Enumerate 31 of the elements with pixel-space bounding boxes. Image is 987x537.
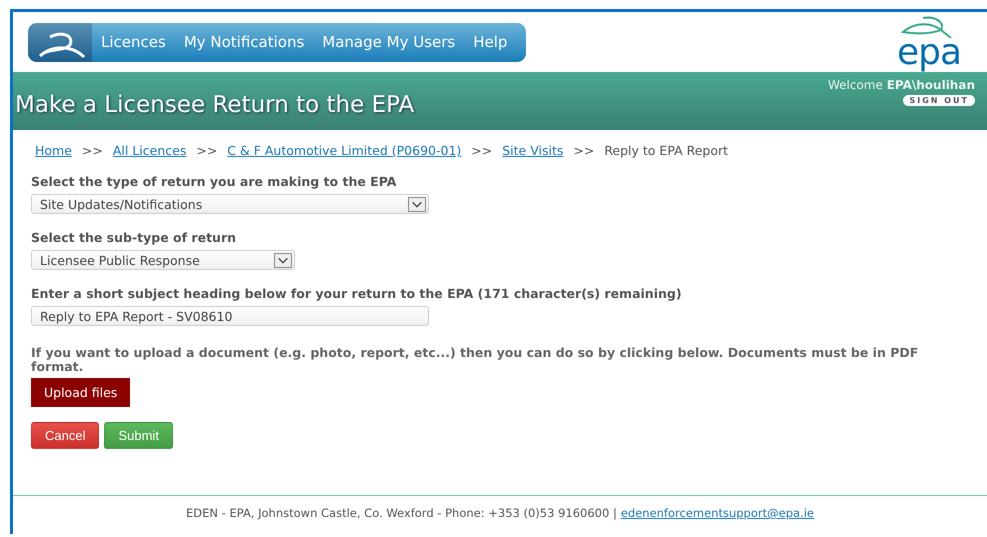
breadcrumb-link[interactable]: C & F Automotive Limited (P0690-01) bbox=[227, 143, 462, 158]
breadcrumb-separator: >> bbox=[573, 143, 594, 158]
breadcrumb-link[interactable]: Home bbox=[35, 143, 72, 158]
field-label: Select the type of return you are making to the EPA bbox=[31, 174, 398, 189]
nav-link[interactable]: My Notifications bbox=[174, 33, 314, 51]
dropdown[interactable]: Site Updates/Notifications bbox=[31, 194, 429, 214]
footer-text: EDEN - EPA, Johnstown Castle, Co. Wexford - Phone: +353 (0)53 9160600 | bbox=[186, 506, 617, 520]
caret-icon bbox=[274, 252, 292, 268]
swan-logo-icon bbox=[28, 22, 92, 62]
dropdown[interactable]: Licensee Public Response bbox=[31, 250, 295, 270]
page-title: Make a Licensee Return to the EPA bbox=[15, 92, 414, 118]
upload-button[interactable]: Upload files bbox=[31, 378, 130, 407]
nav-link[interactable]: Licences bbox=[92, 33, 175, 51]
caret-icon bbox=[408, 196, 426, 212]
upload-instructions: If you want to upload a document (e.g. photo, report, etc...) then you can do so by clicking below. Documents must be in PDF format. bbox=[31, 346, 920, 374]
breadcrumb-link[interactable]: Site Visits bbox=[502, 143, 564, 158]
breadcrumb-separator: >> bbox=[82, 143, 103, 158]
field-label: Enter a short subject heading below for your return to the EPA (171 character(s) remaining) bbox=[31, 286, 683, 301]
breadcrumb-separator: >> bbox=[471, 143, 492, 158]
email-link[interactable]: edenenforcementsupport@epa.ie bbox=[620, 506, 814, 520]
breadcrumb-separator: >> bbox=[196, 143, 218, 158]
breadcrumb-current: Reply to EPA Report bbox=[604, 143, 728, 158]
input-field[interactable]: Reply to EPA Report - SV08610 bbox=[31, 306, 429, 326]
welcome-text: Welcome EPA\houlihan bbox=[828, 78, 975, 92]
field-label: Select the sub-type of return bbox=[31, 230, 238, 245]
sign-out-button[interactable]: SIGN OUT bbox=[903, 95, 975, 106]
nav-link[interactable]: Help bbox=[464, 33, 516, 51]
submit-button[interactable]: Submit bbox=[104, 422, 173, 449]
cancel-button[interactable]: Cancel bbox=[31, 422, 100, 449]
nav-link[interactable]: Manage My Users bbox=[313, 33, 464, 51]
breadcrumb-link[interactable]: All Licences bbox=[112, 143, 186, 158]
